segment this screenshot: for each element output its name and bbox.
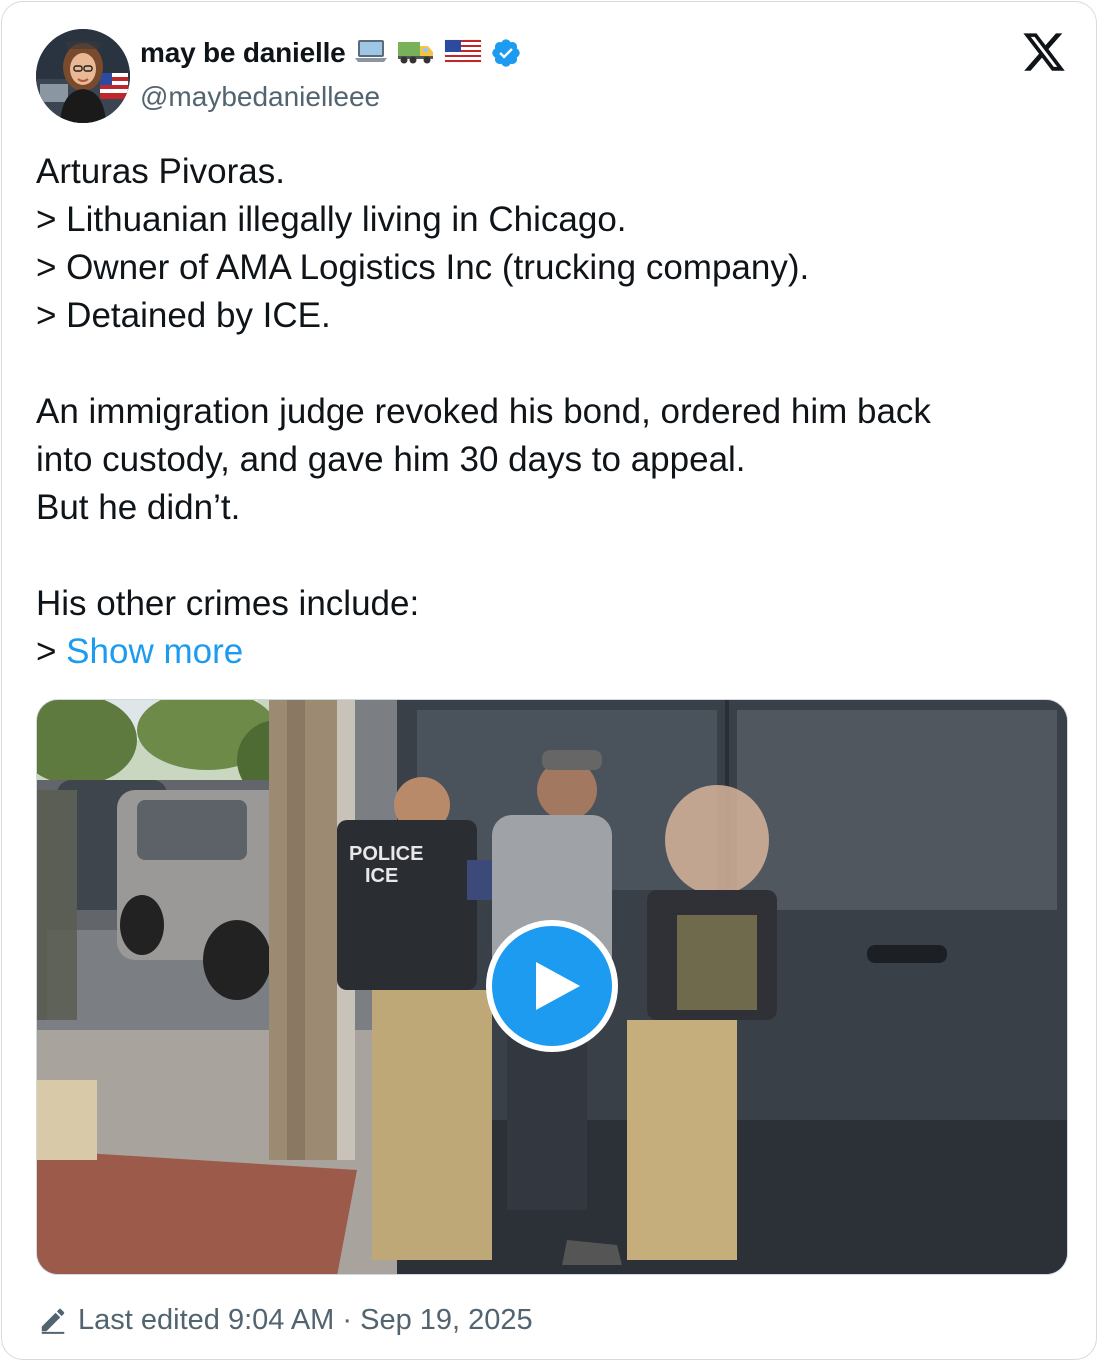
vest-label-ice: ICE (365, 865, 398, 887)
tweet-line: into custody, and gave him 30 days to ap… (36, 440, 746, 479)
avatar-image (36, 29, 130, 123)
tweet-line: Arturas Pivoras. (36, 152, 285, 191)
laptop-emoji (354, 37, 388, 70)
tweet-line: > Owner of AMA Logistics Inc (trucking c… (36, 248, 810, 287)
tweet-text: Arturas Pivoras. > Lithuanian illegally … (36, 148, 1066, 676)
tweet-line-prefix: > (36, 632, 67, 671)
author-name-row[interactable]: may be danielle (140, 32, 522, 74)
verified-badge-icon (490, 37, 522, 69)
vest-label-police: POLICE (349, 843, 423, 865)
show-more-link[interactable]: Show more (66, 632, 243, 671)
display-name[interactable]: may be danielle (140, 37, 346, 69)
edited-timestamp[interactable]: Last edited 9:04 AM · Sep 19, 2025 (78, 1304, 533, 1337)
tweet-line: But he didn’t. (36, 488, 241, 527)
tweet-line-last: > Show more (36, 628, 1066, 676)
tweet-line: An immigration judge revoked his bond, o… (36, 392, 931, 431)
x-logo-icon[interactable] (1020, 29, 1068, 75)
pencil-icon (38, 1305, 68, 1335)
edit-history-footer[interactable]: Last edited 9:04 AM · Sep 19, 2025 (38, 1298, 533, 1342)
tweet-line: > Lithuanian illegally living in Chicago… (36, 200, 627, 239)
tweet-line: > Detained by ICE. (36, 296, 331, 335)
tweet-card: may be danielle @maybedanielleee Arturas… (1, 1, 1097, 1360)
play-button[interactable] (486, 920, 618, 1052)
avatar[interactable] (36, 29, 130, 123)
us-flag-emoji (444, 37, 482, 70)
tweet-line: His other crimes include: (36, 584, 420, 623)
play-icon (536, 962, 580, 1010)
author-handle[interactable]: @maybedanielleee (140, 81, 380, 113)
truck-emoji (396, 37, 436, 70)
